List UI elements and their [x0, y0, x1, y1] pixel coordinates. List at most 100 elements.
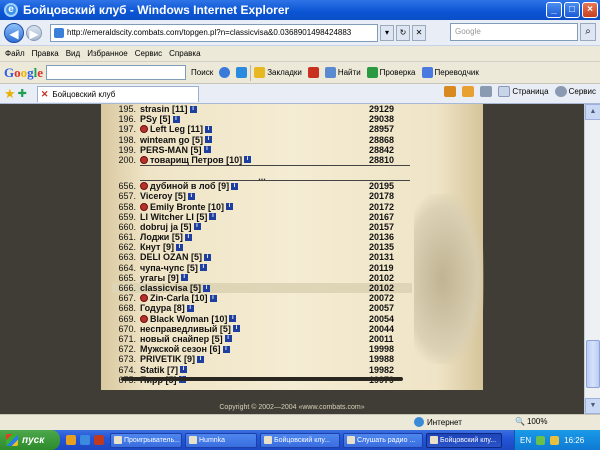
player-name[interactable]: dobruj ja [5] — [140, 222, 192, 232]
popup-blocker-button[interactable] — [305, 64, 322, 82]
maximize-button[interactable]: □ — [564, 2, 580, 18]
taskbar-button-radio[interactable]: Слушать радио ... — [343, 432, 423, 448]
google-options-button[interactable] — [216, 64, 233, 82]
player-name[interactable]: Viceroy [5] — [140, 191, 186, 201]
add-favorites-icon[interactable]: ✚ — [18, 87, 27, 100]
search-input[interactable]: Google — [450, 23, 578, 41]
start-button[interactable]: пуск — [0, 430, 60, 450]
player-info-icon[interactable]: i — [244, 156, 252, 164]
scroll-thumb[interactable] — [586, 340, 600, 388]
address-dropdown-button[interactable]: ▾ — [380, 24, 394, 41]
address-bar[interactable]: http://emeraldscity.combats.com/topgen.p… — [50, 23, 378, 42]
tray-icon[interactable] — [536, 435, 546, 445]
forward-button[interactable]: ▶ — [26, 24, 42, 41]
menu-item-help[interactable]: Справка — [169, 49, 200, 58]
translate-button[interactable]: Переводчик — [419, 64, 482, 82]
player-name[interactable]: PERS-MAN [5] — [140, 145, 202, 155]
player-info-icon[interactable]: i — [232, 325, 240, 333]
quick-launch-icon[interactable] — [94, 435, 104, 445]
quick-launch-icon[interactable] — [80, 435, 90, 445]
player-info-icon[interactable]: i — [186, 304, 194, 312]
player-name[interactable]: дубиной в лоб [9] — [150, 181, 229, 191]
player-name[interactable]: Кнут [9] — [140, 242, 174, 252]
player-name[interactable]: Лоджи [5] — [140, 232, 183, 242]
player-info-icon[interactable]: i — [231, 182, 239, 190]
player-name[interactable]: DELI OZAN [5] — [140, 252, 202, 262]
vertical-scrollbar[interactable]: ▲ ▼ — [584, 104, 600, 414]
menu-item-edit[interactable]: Правка — [32, 49, 59, 58]
refresh-button[interactable]: ↻ — [396, 24, 410, 41]
taskbar-button-fightclub-2[interactable]: Бойцовский клу... — [426, 432, 502, 448]
player-info-icon[interactable]: i — [172, 115, 180, 123]
player-name[interactable]: classicvisa [5] — [140, 283, 201, 293]
player-name[interactable]: Мужской сезон [6] — [140, 344, 221, 354]
player-name[interactable]: Black Woman [10] — [150, 314, 227, 324]
player-info-icon[interactable]: i — [205, 136, 213, 144]
player-info-icon[interactable]: i — [224, 335, 232, 343]
player-info-icon[interactable]: i — [199, 264, 207, 272]
clan-emblem-icon[interactable] — [140, 155, 148, 164]
close-button[interactable]: × — [582, 2, 598, 18]
menu-item-favorites[interactable]: Избранное — [87, 49, 128, 58]
tools-menu-button[interactable]: Сервис — [554, 86, 596, 97]
player-info-icon[interactable]: i — [180, 274, 188, 282]
player-name[interactable]: PSy [5] — [140, 114, 171, 124]
clan-emblem-icon[interactable] — [140, 202, 148, 211]
player-name[interactable]: Emily Bronte [10] — [150, 202, 224, 212]
stop-button[interactable]: ✕ — [412, 24, 426, 41]
spellcheck-button[interactable]: Проверка — [364, 64, 419, 82]
player-name[interactable]: угагы [9] — [140, 273, 179, 283]
find-button[interactable]: Найти — [322, 64, 364, 82]
clan-emblem-icon[interactable] — [140, 314, 148, 323]
menu-item-file[interactable]: Файл — [5, 49, 25, 58]
player-name[interactable]: товарищ Петров [10] — [150, 155, 242, 165]
player-name[interactable]: Left Leg [11] — [150, 124, 203, 134]
google-plus-button[interactable] — [233, 64, 250, 82]
player-info-icon[interactable]: i — [187, 192, 195, 200]
tab-fight-club[interactable]: ✕ Бойцовский клуб — [36, 85, 199, 102]
quick-launch-icon[interactable] — [66, 435, 76, 445]
player-name[interactable]: новый снайпер [5] — [140, 334, 223, 344]
player-info-icon[interactable]: i — [205, 125, 213, 133]
player-name[interactable]: winteam go [5] — [140, 135, 203, 145]
search-icon[interactable]: ⌕ — [580, 23, 596, 41]
tray-icon[interactable] — [550, 435, 560, 445]
google-search-button[interactable]: Поиск — [188, 64, 216, 82]
player-info-icon[interactable]: i — [175, 243, 183, 251]
page-menu-button[interactable]: Страница — [498, 86, 549, 97]
scroll-up-button[interactable]: ▲ — [585, 104, 600, 120]
favorites-star-icon[interactable]: ★ — [4, 86, 16, 102]
player-info-icon[interactable]: i — [203, 146, 211, 154]
player-info-icon[interactable]: i — [209, 294, 217, 302]
bookmarks-button[interactable]: Закладки — [251, 64, 305, 82]
minimize-button[interactable]: _ — [546, 2, 562, 18]
menu-item-view[interactable]: Вид — [66, 49, 80, 58]
clan-emblem-icon[interactable] — [140, 125, 148, 134]
player-info-icon[interactable]: i — [197, 355, 205, 363]
player-info-icon[interactable]: i — [204, 253, 211, 261]
player-name[interactable]: LI Witcher LI [5] — [140, 212, 207, 222]
print-button[interactable] — [480, 86, 493, 97]
language-indicator[interactable]: EN — [520, 436, 531, 445]
scroll-down-button[interactable]: ▼ — [585, 398, 600, 414]
player-info-icon[interactable]: i — [193, 223, 201, 231]
player-name[interactable]: несправедливый [5] — [140, 324, 231, 334]
player-info-icon[interactable]: i — [226, 203, 234, 210]
player-name[interactable]: Годура [8] — [140, 303, 185, 313]
player-name[interactable]: чупа-чупс [5] — [140, 263, 198, 273]
player-info-icon[interactable]: i — [209, 213, 217, 221]
player-info-icon[interactable]: i — [229, 315, 237, 323]
taskbar-button-humnka[interactable]: Humnka — [185, 432, 257, 448]
player-name[interactable]: strasin [11] — [140, 104, 188, 114]
tab-close-icon[interactable]: ✕ — [41, 89, 49, 100]
player-name[interactable]: PRIVETIK [9] — [140, 354, 195, 364]
zoom-control[interactable]: 🔍 100% — [515, 417, 547, 426]
feeds-button[interactable] — [462, 86, 475, 97]
clan-emblem-icon[interactable] — [140, 182, 148, 191]
player-name[interactable]: Zin-Carla [10] — [150, 293, 208, 303]
home-button[interactable] — [444, 86, 457, 97]
player-info-icon[interactable]: i — [184, 233, 192, 241]
taskbar-button-player[interactable]: Проигрыватель... — [110, 432, 182, 448]
player-info-icon[interactable]: i — [203, 284, 211, 292]
player-info-icon[interactable]: i — [222, 345, 230, 353]
